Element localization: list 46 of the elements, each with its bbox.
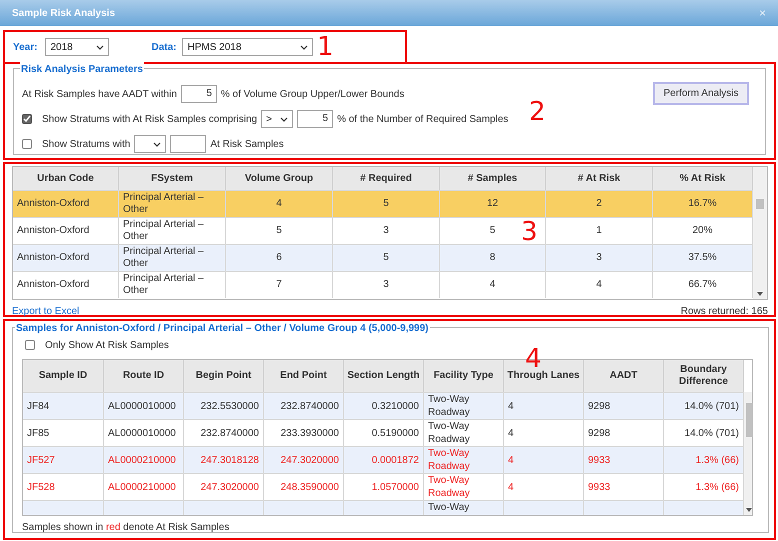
checkbox[interactable] xyxy=(22,114,32,124)
checkbox[interactable] xyxy=(25,340,35,350)
operator-select[interactable]: > xyxy=(261,110,294,128)
year-select[interactable]: 2018 xyxy=(45,38,110,56)
label: Show Stratums with At Risk Samples comprising xyxy=(42,112,258,126)
scrollbar[interactable] xyxy=(753,167,767,299)
count-input[interactable] xyxy=(170,135,206,153)
percent-input[interactable]: 5 xyxy=(297,110,334,128)
legend-note: Samples shown in red denote At Risk Samples xyxy=(22,521,230,535)
table-cell: Anniston-Oxford xyxy=(13,272,119,298)
caret-icon xyxy=(153,142,162,146)
export-link[interactable]: Export to Excel xyxy=(12,304,80,319)
checkbox[interactable] xyxy=(22,139,32,149)
data-label: Data: xyxy=(151,40,176,54)
table-row[interactable]: Two-Way xyxy=(23,500,744,515)
annotation-number: 3 xyxy=(521,219,538,245)
operator-select[interactable] xyxy=(134,135,166,153)
caret-icon xyxy=(96,44,104,50)
rows-returned-text: Rows returned: 165 xyxy=(680,305,768,319)
label: At Risk Samples xyxy=(210,138,284,152)
scrollbar[interactable] xyxy=(744,392,752,515)
checkbox-label: Only Show At Risk Samples xyxy=(45,338,169,352)
table-cell: 3 xyxy=(333,272,440,298)
window-title: Sample Risk Analysis xyxy=(12,6,116,20)
table-cell: 4 xyxy=(546,272,653,298)
table-cell: 4 xyxy=(440,272,546,298)
table-cell: 7 xyxy=(226,272,333,298)
panel-legend: Risk Analysis Parameters xyxy=(20,62,144,77)
caret-icon xyxy=(300,44,308,50)
panel-legend: Samples for Anniston-Oxford / Principal Arterial – Other / Volume Group 4 (5,000-9,999) xyxy=(15,321,430,336)
label: % of the Number of Required Samples xyxy=(337,112,508,126)
caret-icon xyxy=(280,116,288,122)
label: Show Stratums with xyxy=(42,138,130,152)
table-cell: Two-Way xyxy=(424,501,504,515)
year-label: Year: xyxy=(13,40,38,54)
table-row[interactable]: Anniston-Oxford Principal Arterial – Other 7 3 4 4 66.7% xyxy=(13,271,753,298)
table-row[interactable]: Anniston-Oxford Principal Arterial – Other 6 5 8 3 37.5% xyxy=(13,244,753,271)
annotation-number: 1 xyxy=(317,34,334,60)
table-cell: Principal Arterial – Other xyxy=(119,272,226,298)
label: % of Volume Group Upper/Lower Bounds xyxy=(220,88,404,102)
annotation-number: 2 xyxy=(529,99,546,125)
perform-analysis-button[interactable]: Perform Analysis xyxy=(653,82,749,105)
label: At Risk Samples have AADT within xyxy=(22,88,177,102)
table-row[interactable]: Anniston-Oxford Principal Arterial – Other 4 5 12 2 16.7% xyxy=(13,190,753,217)
data-select[interactable]: HPMS 2018 xyxy=(182,38,314,56)
percent-input[interactable]: 5 xyxy=(180,85,217,103)
